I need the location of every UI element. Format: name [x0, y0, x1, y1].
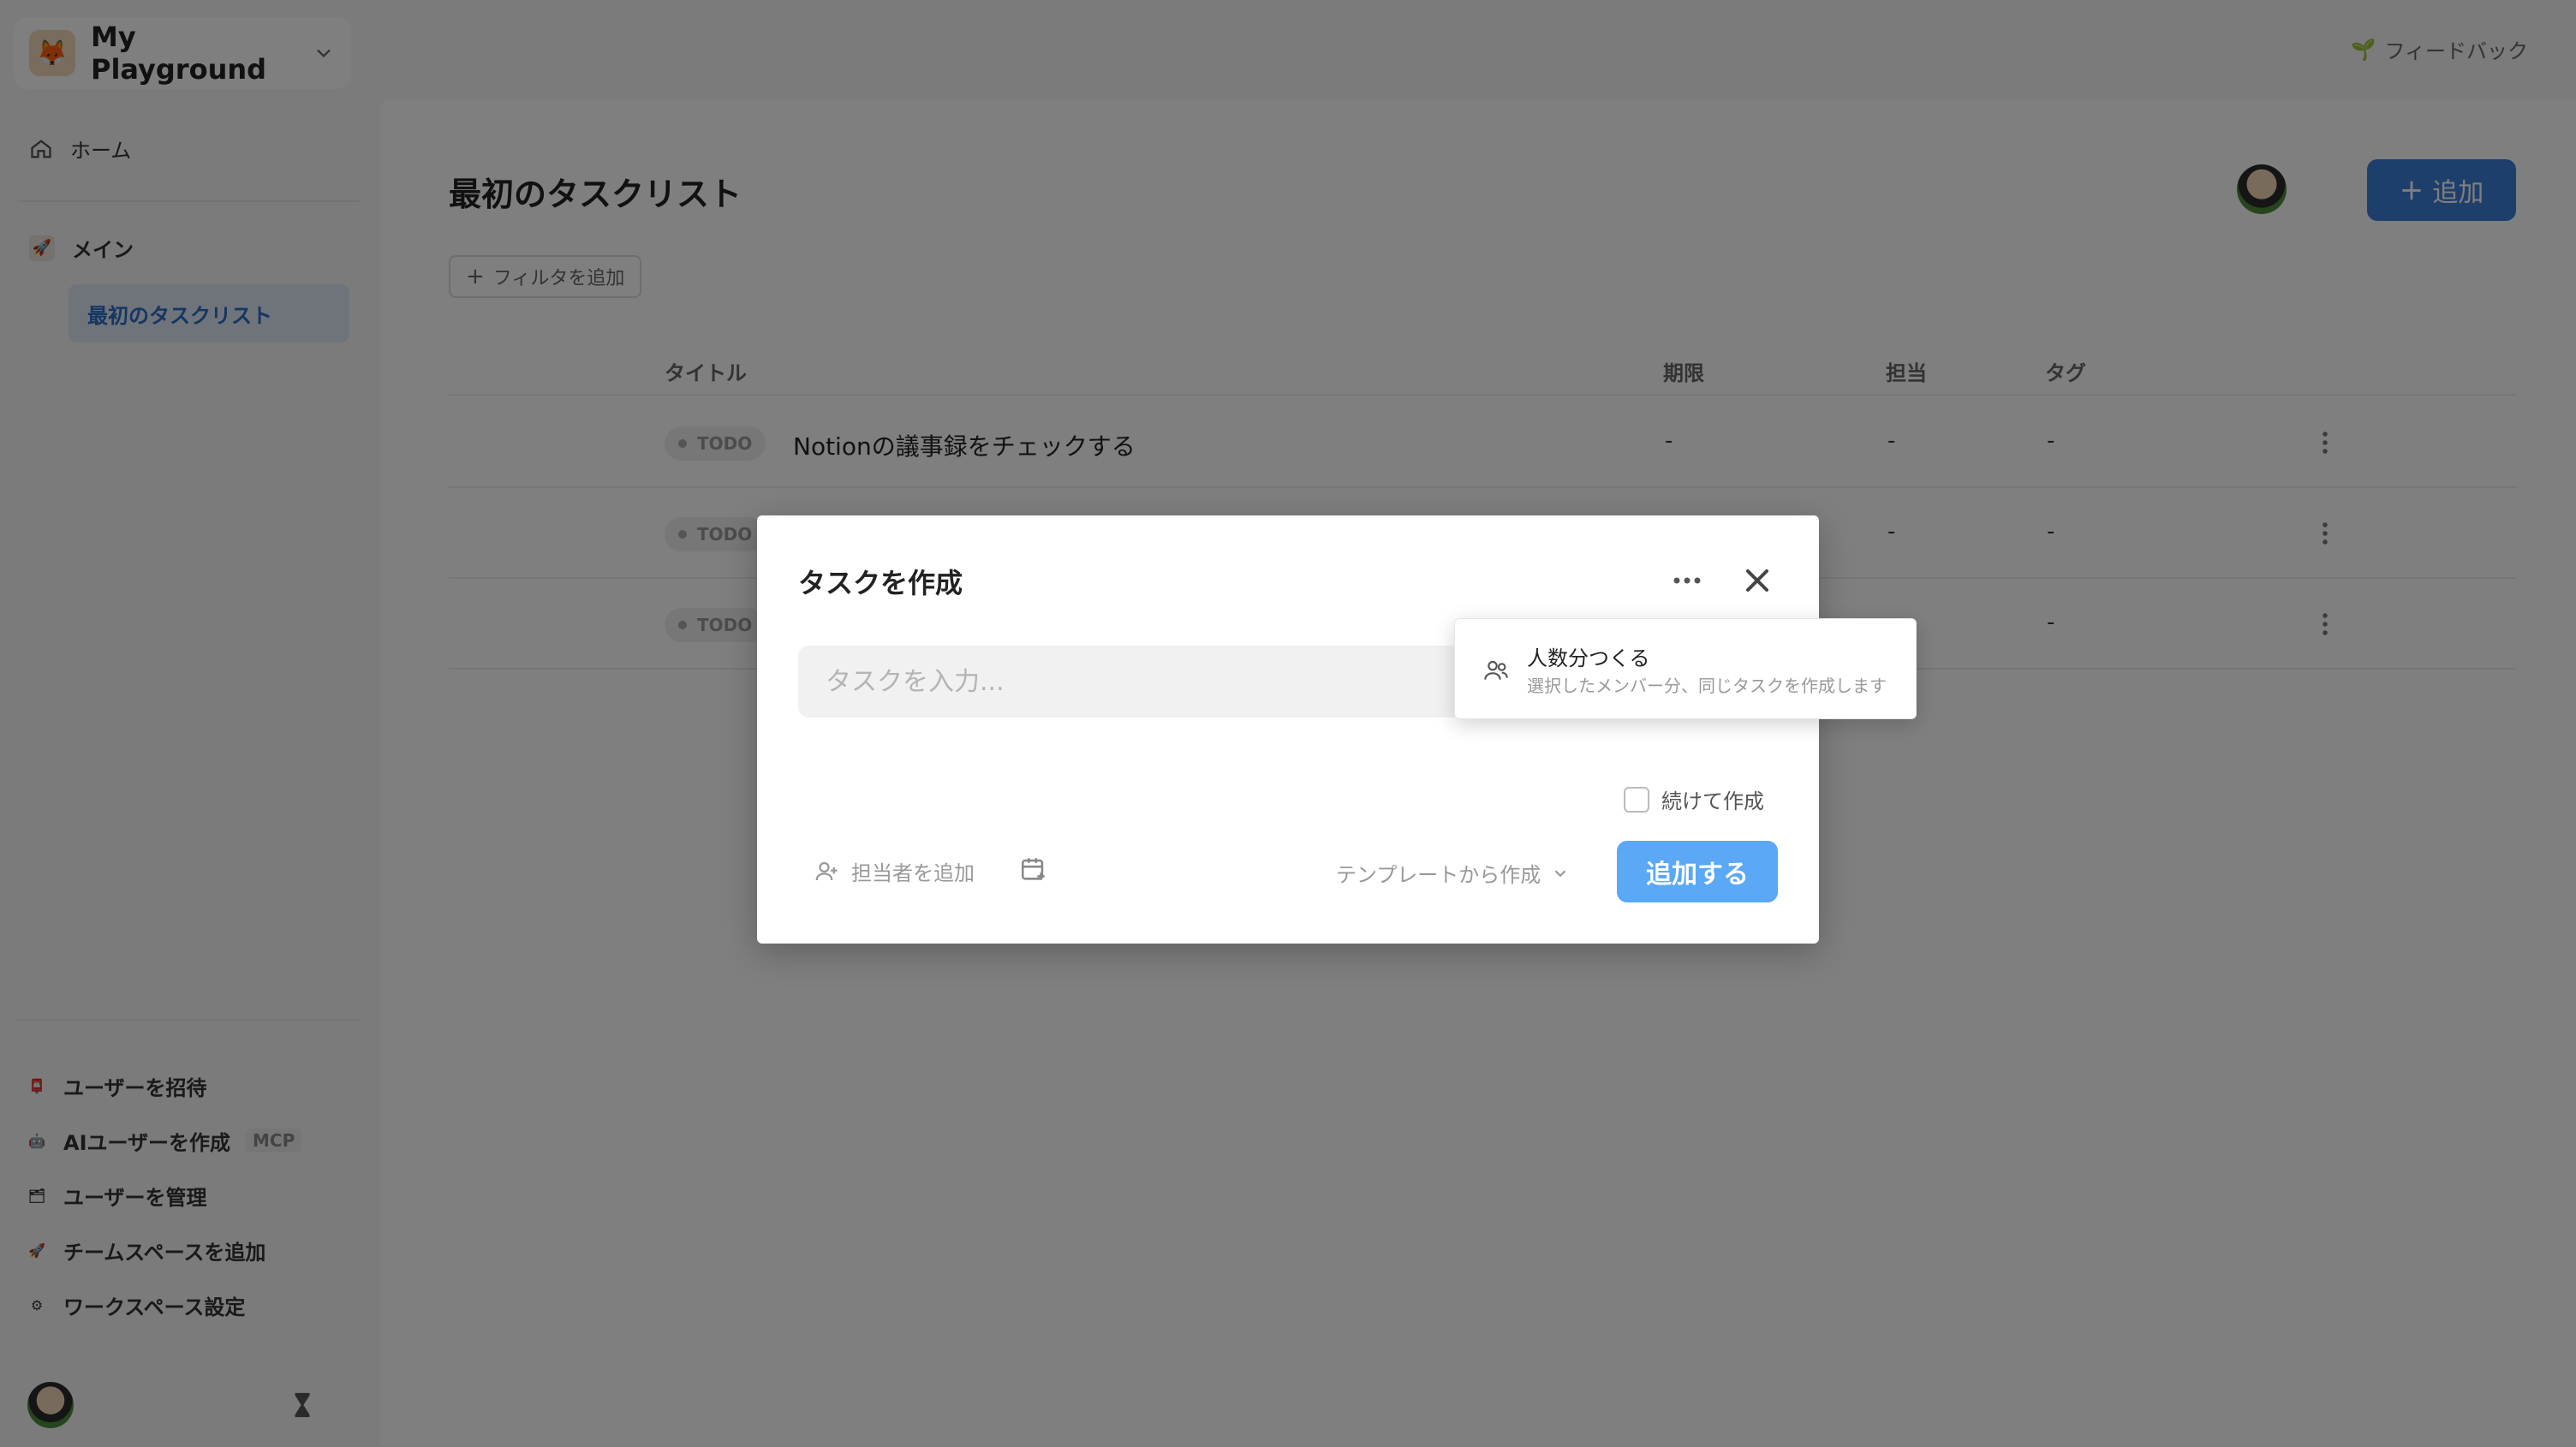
more-options-menu: 人数分つくる 選択したメンバー分、同じタスクを作成します: [1454, 618, 1917, 719]
continue-create-checkbox[interactable]: [1624, 786, 1649, 813]
submit-task-button[interactable]: 追加する: [1617, 841, 1778, 902]
more-horizontal-icon: [1673, 577, 1701, 584]
menu-item-title: 人数分つくる: [1527, 646, 1650, 670]
menu-item-description: 選択したメンバー分、同じタスクを作成します: [1527, 676, 1887, 696]
users-icon: [1484, 660, 1508, 680]
app-root: 🦊 My Playground ホーム 🚀 メイン 最初のタスクリスト 📮 ユー…: [0, 0, 2576, 1447]
more-options-button[interactable]: [1668, 563, 1706, 598]
close-icon[interactable]: [1738, 562, 1776, 599]
add-assignee-button[interactable]: 担当者を追加: [814, 856, 975, 886]
continue-create-label: 続けて作成: [1661, 789, 1764, 813]
add-assignee-label: 担当者を追加: [851, 861, 975, 885]
calendar-plus-icon[interactable]: [1019, 855, 1048, 884]
user-plus-icon: [815, 861, 838, 880]
template-dropdown[interactable]: テンプレートから作成: [1336, 858, 1570, 888]
continue-create-toggle[interactable]: 続けて作成: [1624, 784, 1764, 814]
create-task-modal: タスクを作成 続けて作成 担当者を追加 テンプレートから作成 追加する: [757, 515, 1819, 944]
chevron-down-icon: [1555, 869, 1566, 877]
template-label: テンプレートから作成: [1336, 863, 1541, 887]
modal-title: タスクを作成: [798, 567, 963, 599]
